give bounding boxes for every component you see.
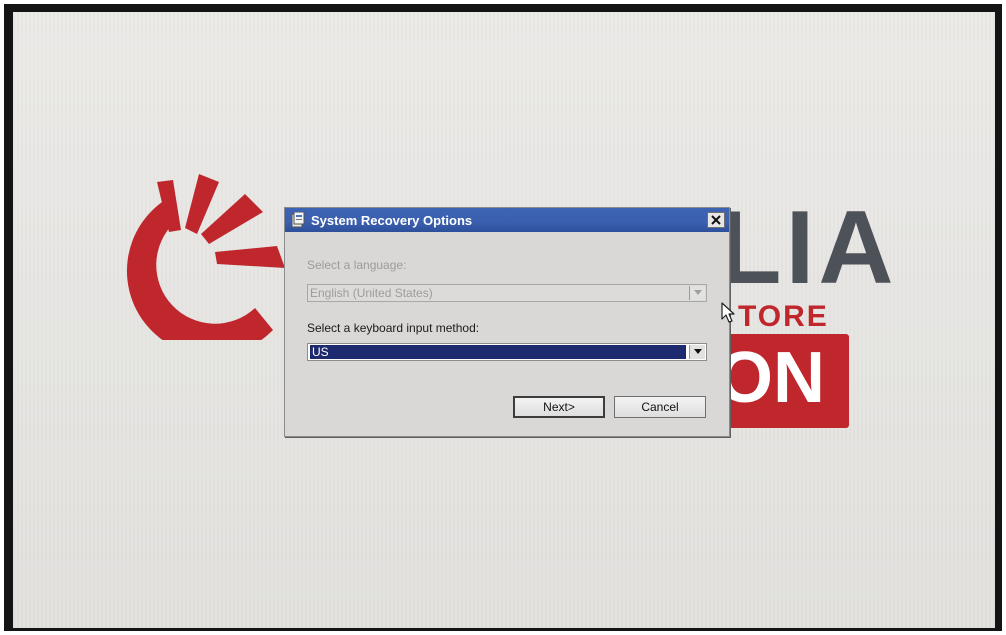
system-recovery-dialog: System Recovery Options Select a languag… [284, 207, 730, 437]
close-icon [711, 215, 721, 225]
recovery-app-icon [291, 212, 305, 228]
mouse-pointer-icon [721, 302, 735, 323]
brand-logo-icon [126, 174, 285, 340]
brand-tagline: TORE [738, 300, 829, 333]
brand-wordmark: LIA [718, 190, 898, 306]
dialog-title: System Recovery Options [311, 213, 473, 228]
next-button[interactable]: Next> [513, 396, 605, 418]
language-select[interactable]: English (United States) [307, 284, 707, 302]
close-button[interactable] [707, 212, 725, 228]
keyboard-label: Select a keyboard input method: [307, 321, 480, 335]
language-dropdown-button[interactable] [689, 286, 705, 300]
brand-badge: ON [715, 334, 849, 428]
chevron-down-icon [694, 290, 702, 295]
photo-frame: LIA TORE ON System Recovery Options Sele… [0, 0, 1006, 635]
language-select-value: English (United States) [310, 286, 433, 300]
brand-badge-text: ON [717, 338, 825, 418]
language-label: Select a language: [307, 258, 407, 272]
keyboard-dropdown-button[interactable] [689, 345, 705, 359]
dialog-titlebar[interactable]: System Recovery Options [285, 208, 729, 232]
cancel-button[interactable]: Cancel [614, 396, 706, 418]
keyboard-select[interactable]: US [307, 343, 707, 361]
keyboard-select-value: US [310, 345, 686, 359]
chevron-down-icon [694, 349, 702, 354]
